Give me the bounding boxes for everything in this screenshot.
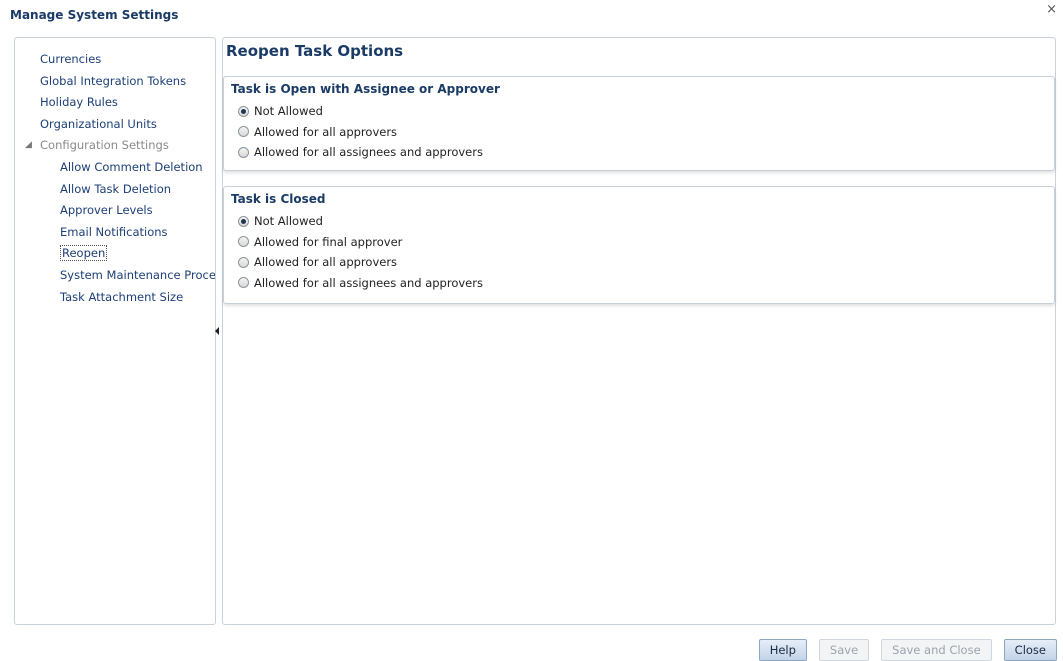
section-task-open: Task is Open with Assignee or Approver N… xyxy=(223,76,1055,171)
radio-label: Allowed for all approvers xyxy=(254,124,398,139)
radio-option-allowed-assignees-approvers[interactable]: Allowed for all assignees and approvers xyxy=(238,142,483,163)
radio-label: Not Allowed xyxy=(254,104,323,119)
radio-label: Allowed for all approvers xyxy=(254,255,398,270)
radio-option-allowed-all-approvers[interactable]: Allowed for all approvers xyxy=(238,122,483,143)
radio-label: Allowed for all assignees and approvers xyxy=(254,275,483,290)
radio-button[interactable] xyxy=(238,277,249,289)
nav-item-label: Organizational Units xyxy=(40,116,157,131)
nav-item-label: Approver Levels xyxy=(60,203,153,218)
settings-navigation-panel: Currencies Global Integration Tokens Hol… xyxy=(14,37,216,625)
radio-button-selected[interactable] xyxy=(238,105,249,117)
radio-label: Not Allowed xyxy=(254,214,323,229)
section-title: Task is Closed xyxy=(231,192,326,206)
radio-group-task-closed: Not Allowed Allowed for final approver A… xyxy=(238,211,483,293)
nav-group-configuration-settings[interactable]: ◢ Configuration Settings xyxy=(25,135,215,157)
nav-item-label: Email Notifications xyxy=(60,224,168,239)
page-title: Reopen Task Options xyxy=(226,42,404,60)
nav-item-system-maintenance-process[interactable]: System Maintenance Proces xyxy=(40,265,215,287)
settings-tree: Currencies Global Integration Tokens Hol… xyxy=(15,38,215,308)
nav-item-currencies[interactable]: Currencies xyxy=(40,49,215,71)
nav-item-allow-comment-deletion[interactable]: Allow Comment Deletion xyxy=(40,157,215,179)
nav-item-email-notifications[interactable]: Email Notifications xyxy=(40,222,215,244)
radio-button[interactable] xyxy=(238,236,249,248)
manage-system-settings-dialog: Manage System Settings × Currencies Glob… xyxy=(0,0,1063,661)
nav-item-global-integration-tokens[interactable]: Global Integration Tokens xyxy=(40,71,215,93)
radio-option-allowed-all-approvers[interactable]: Allowed for all approvers xyxy=(238,252,483,273)
nav-item-label: Global Integration Tokens xyxy=(40,73,187,88)
radio-button-selected[interactable] xyxy=(238,215,249,227)
save-and-close-button[interactable]: Save and Close xyxy=(881,639,992,661)
nav-item-organizational-units[interactable]: Organizational Units xyxy=(40,114,215,136)
radio-button[interactable] xyxy=(238,126,249,138)
collapse-triangle-icon[interactable]: ◢ xyxy=(25,135,32,157)
nav-item-label: Currencies xyxy=(40,52,102,66)
dialog-footer: Help Save Save and Close Close xyxy=(758,639,1057,661)
section-task-closed: Task is Closed Not Allowed Allowed for f… xyxy=(223,186,1055,304)
nav-item-label: Reopen xyxy=(60,245,108,262)
nav-item-label: Task Attachment Size xyxy=(60,289,184,304)
dialog-title: Manage System Settings xyxy=(10,8,179,22)
radio-label: Allowed for final approver xyxy=(254,234,403,249)
radio-option-allowed-final-approver[interactable]: Allowed for final approver xyxy=(238,232,483,253)
save-button[interactable]: Save xyxy=(818,639,870,661)
radio-option-allowed-assignees-approvers[interactable]: Allowed for all assignees and approvers xyxy=(238,273,483,294)
collapse-left-arrow-icon[interactable] xyxy=(215,320,221,342)
radio-label: Allowed for all assignees and approvers xyxy=(254,145,483,160)
radio-option-not-allowed[interactable]: Not Allowed xyxy=(238,211,483,232)
reopen-options-panel: Reopen Task Options Task is Open with As… xyxy=(222,37,1056,625)
nav-item-approver-levels[interactable]: Approver Levels xyxy=(40,200,215,222)
radio-button[interactable] xyxy=(238,256,249,268)
help-button[interactable]: Help xyxy=(758,639,807,661)
section-title: Task is Open with Assignee or Approver xyxy=(231,82,500,96)
nav-item-label: Allow Task Deletion xyxy=(60,181,172,196)
nav-group-label: Configuration Settings xyxy=(40,138,169,153)
close-icon[interactable]: × xyxy=(1046,2,1057,17)
nav-item-label: Allow Comment Deletion xyxy=(60,159,203,174)
close-button[interactable]: Close xyxy=(1003,639,1057,661)
radio-group-task-open: Not Allowed Allowed for all approvers Al… xyxy=(238,101,483,163)
nav-item-task-attachment-size[interactable]: Task Attachment Size xyxy=(40,287,215,309)
nav-item-holiday-rules[interactable]: Holiday Rules xyxy=(40,92,215,114)
nav-item-label: System Maintenance Proces xyxy=(60,267,216,282)
radio-option-not-allowed[interactable]: Not Allowed xyxy=(238,101,483,122)
nav-item-label: Holiday Rules xyxy=(40,95,118,110)
nav-item-allow-task-deletion[interactable]: Allow Task Deletion xyxy=(40,179,215,201)
nav-item-reopen[interactable]: Reopen xyxy=(40,243,215,265)
radio-button[interactable] xyxy=(238,146,249,158)
